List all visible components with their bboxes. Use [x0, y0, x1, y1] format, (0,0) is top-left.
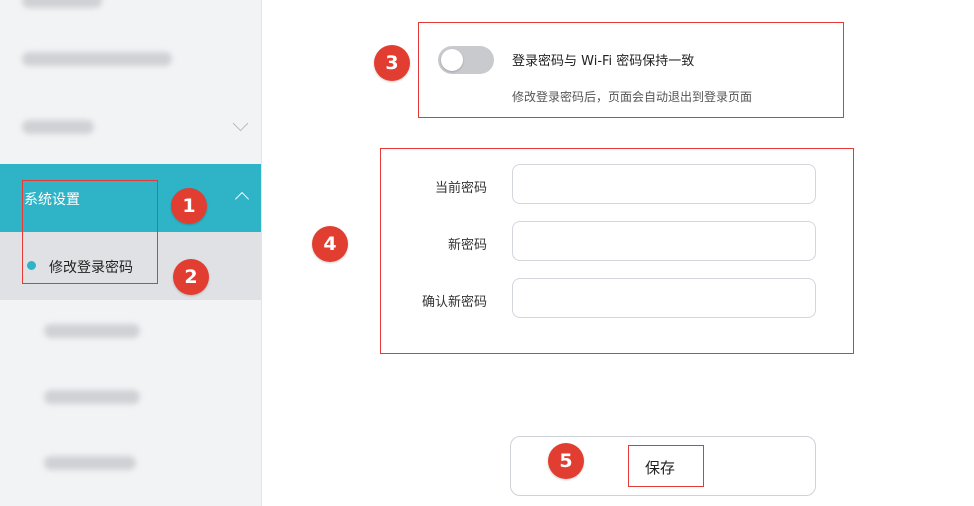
annotation-badge-3: 3: [374, 45, 410, 81]
current-password-input[interactable]: [512, 164, 816, 204]
sync-wifi-password-description: 修改登录密码后，页面会自动退出到登录页面: [512, 90, 753, 104]
blurred-menu-item[interactable]: [22, 120, 94, 134]
confirm-password-label: 确认新密码: [421, 295, 487, 310]
new-password-input[interactable]: [512, 221, 816, 261]
sync-wifi-password-title: 登录密码与 Wi-Fi 密码保持一致: [512, 54, 695, 69]
chevron-up-icon: [234, 191, 250, 207]
annotation-badge-2: 2: [173, 259, 209, 295]
sync-wifi-password-toggle[interactable]: [438, 46, 494, 74]
new-password-label: 新密码: [447, 238, 487, 253]
confirm-password-input[interactable]: [512, 278, 816, 318]
blurred-menu-item[interactable]: [22, 52, 172, 66]
blurred-menu-item[interactable]: [44, 390, 140, 404]
annotation-box-1-2: [22, 180, 158, 284]
annotation-badge-4: 4: [312, 226, 348, 262]
current-password-label: 当前密码: [434, 181, 487, 196]
blurred-menu-item[interactable]: [44, 324, 140, 338]
blurred-menu-item[interactable]: [22, 0, 102, 8]
chevron-down-icon: [232, 115, 249, 132]
annotation-badge-5: 5: [548, 443, 584, 479]
blurred-menu-item[interactable]: [44, 456, 136, 470]
annotation-badge-1: 1: [171, 188, 207, 224]
toggle-knob: [441, 49, 463, 71]
save-button-label: 保存: [645, 459, 676, 477]
